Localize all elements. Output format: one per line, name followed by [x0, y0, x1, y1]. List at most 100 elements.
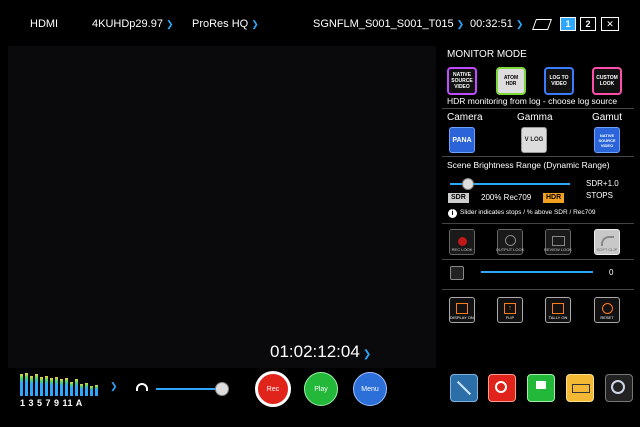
tally-on-button[interactable]: TALLY ON — [545, 297, 571, 323]
camera-select-button[interactable]: PANA — [449, 127, 475, 153]
camera-label: Camera — [447, 112, 483, 123]
display-icon — [456, 303, 468, 314]
audio-meters[interactable] — [20, 372, 104, 396]
output-look-button[interactable]: OUTPUT LOOK — [496, 229, 524, 255]
divider — [442, 259, 634, 260]
chevron-right-icon: ❯ — [165, 19, 174, 29]
top-status-bar: HDMI 4KUHDp29.97 ❯ ProRes HQ ❯ SGNFLM_S001… — [0, 0, 640, 46]
flag-icon[interactable] — [527, 374, 555, 402]
audio-meter-bar — [50, 378, 53, 396]
slot-1-badge[interactable]: 1 — [560, 17, 576, 31]
timecode-display[interactable]: 01:02:12:04 ❯ — [270, 342, 371, 362]
info-icon: i — [448, 209, 457, 218]
tally-on-label: TALLY ON — [548, 315, 568, 320]
keyboard-shape-icon — [572, 384, 590, 393]
mode-label: CUSTOM LOOK — [596, 75, 618, 87]
gamma-select-button[interactable]: V LOG — [521, 127, 547, 153]
audio-meter-bar — [45, 376, 48, 396]
input-source[interactable]: HDMI — [30, 18, 58, 30]
record-button[interactable]: Rec — [255, 371, 291, 407]
filename-label: SGNFLM_S001_S001_T015 — [313, 18, 454, 30]
soft-clip-button[interactable]: SOFT CLIP — [594, 229, 620, 255]
resolution-label: 4KUHDp29.97 — [92, 18, 163, 30]
codec-label: ProRes HQ — [192, 18, 249, 30]
gamma-label: Gamma — [517, 112, 553, 123]
chevron-right-icon: ❯ — [362, 349, 372, 360]
volume-slider-knob[interactable] — [215, 382, 229, 396]
record-time[interactable]: 00:32:51 ❯ — [470, 18, 523, 30]
mode-label: LOG TO VIDEO — [549, 75, 569, 87]
mode-atom-hdr-button[interactable]: ATOM HDR — [496, 67, 526, 95]
target-ring-icon — [495, 381, 507, 393]
audio-meter-bar — [80, 384, 83, 396]
gamut-label: Gamut — [592, 112, 623, 123]
play-button[interactable]: Play — [304, 372, 338, 406]
slot-2-badge[interactable]: 2 — [580, 17, 596, 31]
video-preview[interactable] — [8, 46, 436, 368]
timecode-value: 01:02:12:04 — [270, 342, 360, 361]
mode-hint: HDR monitoring from log - choose log sou… — [447, 96, 618, 106]
flip-icon: ↑ — [504, 303, 516, 314]
keyboard-icon[interactable] — [566, 374, 594, 402]
soft-clip-label: SOFT CLIP — [596, 247, 618, 252]
scopes-off-icon[interactable] — [450, 374, 478, 402]
stops-value: SDR+1.0 — [586, 179, 619, 188]
headphones-icon — [136, 383, 148, 391]
record-label: Rec — [266, 385, 280, 393]
atomos-logo-icon[interactable] — [605, 374, 633, 402]
audio-meter-bar — [30, 376, 33, 396]
logo-ring-icon — [611, 380, 625, 394]
reset-button[interactable]: RESET — [594, 297, 620, 323]
audio-meter-bar — [35, 374, 38, 396]
chevron-right-icon: ❯ — [515, 19, 524, 29]
filename-setting[interactable]: SGNFLM_S001_S001_T015 ❯ — [313, 18, 464, 30]
output-look-icon — [504, 235, 516, 246]
divider — [442, 108, 634, 109]
rec-look-label: REC LOOK — [451, 247, 473, 252]
hdr-badge: HDR — [543, 193, 565, 203]
menu-button[interactable]: Menu — [353, 372, 387, 406]
mode-native-source-button[interactable]: NATIVE SOURCE VIDEO — [447, 67, 477, 95]
mode-label: NATIVE SOURCE VIDEO — [451, 72, 473, 90]
stops-unit: STOPS — [586, 191, 613, 200]
gamut-value: NATIVE SOURCE VIDEO — [598, 132, 616, 148]
audio-channel-labels: 1 3 5 7 9 11 A — [20, 398, 83, 408]
close-icon[interactable]: ✕ — [601, 17, 619, 31]
display-on-button[interactable]: DISPLAY ON — [449, 297, 475, 323]
media-drive-icon[interactable] — [531, 19, 553, 30]
mode-log-to-video-button[interactable]: LOG TO VIDEO — [544, 67, 574, 95]
mode-custom-look-button[interactable]: CUSTOM LOOK — [592, 67, 622, 95]
rec709-percent: 200% Rec709 — [481, 193, 532, 202]
audio-meter-bar — [95, 385, 98, 396]
strike-icon — [456, 380, 472, 396]
divider — [442, 156, 634, 157]
display-on-label: DISPLAY ON — [450, 315, 474, 320]
audio-meter-bar — [65, 378, 68, 396]
chevron-right-icon[interactable]: ❯ — [110, 381, 118, 392]
lut-slider-track[interactable] — [481, 271, 593, 273]
brightness-slider-knob[interactable] — [462, 178, 474, 190]
resolution-setting[interactable]: 4KUHDp29.97 ❯ — [92, 18, 173, 30]
brightness-range-title: Scene Brightness Range (Dynamic Range) — [447, 160, 610, 170]
divider — [442, 223, 634, 224]
chevron-right-icon: ❯ — [251, 19, 259, 29]
lut-icon[interactable] — [450, 266, 464, 280]
audio-meter-bar — [85, 383, 88, 396]
crosshair-icon[interactable] — [488, 374, 516, 402]
flip-button[interactable]: ↑ FLIP — [497, 297, 523, 323]
codec-setting[interactable]: ProRes HQ ❯ — [192, 18, 259, 30]
reset-label: RESET — [600, 315, 614, 320]
reset-icon — [601, 303, 613, 314]
time-label: 00:32:51 — [470, 18, 513, 30]
mode-label: ATOM HDR — [503, 75, 519, 87]
gamut-select-button[interactable]: NATIVE SOURCE VIDEO — [594, 127, 620, 153]
review-look-button[interactable]: REVIEW LOOK — [544, 229, 572, 255]
audio-meter-bar — [60, 379, 63, 396]
audio-meter-bar — [20, 374, 23, 396]
audio-meter-bar — [25, 373, 28, 396]
soft-clip-curve-icon — [600, 236, 614, 246]
rec-look-button[interactable]: REC LOOK — [449, 229, 475, 255]
flag-shape-icon — [536, 381, 546, 389]
gamma-value: V LOG — [524, 137, 544, 143]
divider — [442, 289, 634, 290]
